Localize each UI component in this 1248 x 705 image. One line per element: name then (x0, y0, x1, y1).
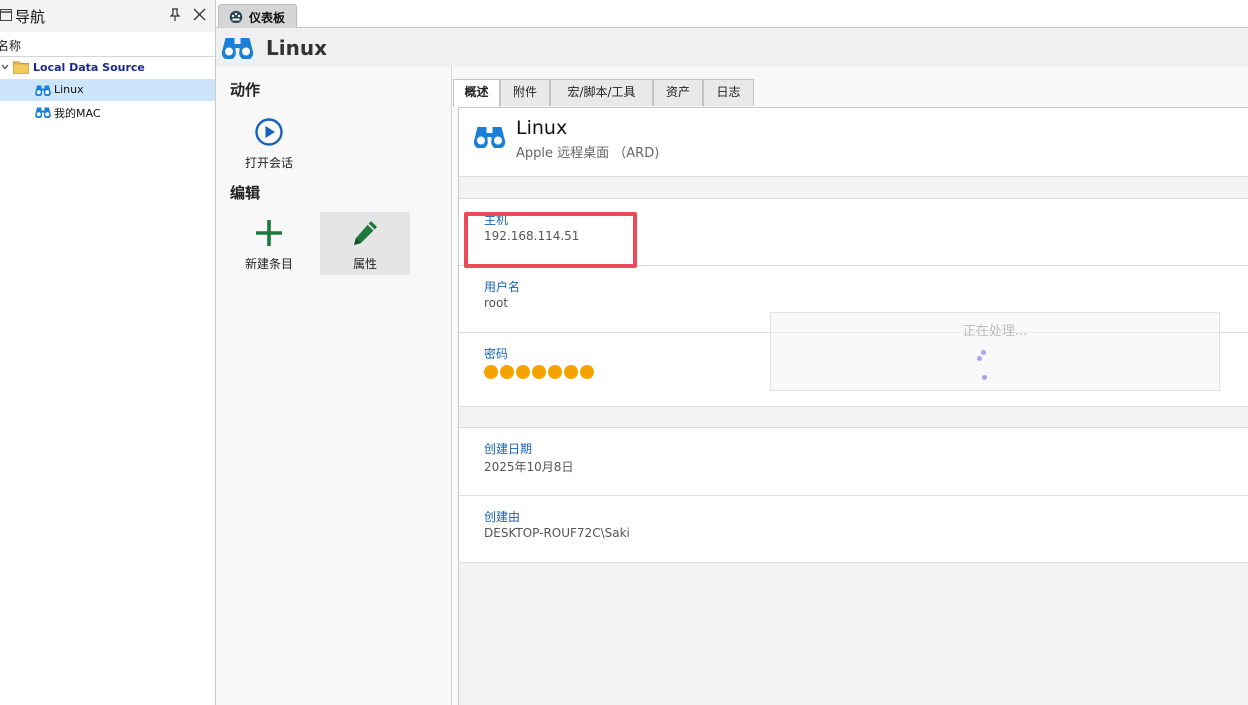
tree-item-label: 我的MAC (54, 107, 101, 120)
password-dot (500, 365, 514, 379)
tab-assets[interactable]: 资产 (653, 79, 703, 106)
tree-item-linux[interactable]: Linux (0, 79, 215, 101)
tab-label: 仪表板 (249, 11, 286, 25)
actions-panel: 动作 打开会话 编辑 新建条目 属性 (216, 67, 452, 705)
tree-root-label: Local Data Source (33, 61, 145, 74)
field-created-by: 创建由 DESKTOP-ROUF72C\Saki (459, 496, 1248, 563)
password-dot (484, 365, 498, 379)
tab-overview[interactable]: 概述 (453, 79, 500, 107)
field-label: 创建由 (484, 510, 521, 524)
navigation-title: 导航 (15, 8, 46, 26)
document-tab-strip: 仪表板 (216, 0, 1248, 28)
processing-overlay: 正在处理... (770, 312, 1220, 391)
pencil-icon (354, 221, 377, 245)
tab-attachments[interactable]: 附件 (500, 79, 550, 106)
spinner-dot (977, 356, 982, 361)
chevron-down-icon[interactable] (1, 63, 9, 71)
section-edit-heading: 编辑 (230, 184, 261, 202)
page-title: Linux (266, 36, 327, 60)
tree-item-local-data-source[interactable]: Local Data Source (0, 57, 215, 79)
field-label: 用户名 (484, 280, 521, 294)
play-circle-icon (255, 118, 283, 146)
entry-name: Linux (516, 117, 568, 139)
navigation-header: 导航 (0, 0, 215, 32)
binoculars-icon (473, 127, 506, 148)
content-tabs: 概述 附件 宏/脚本/工具 资产 日志 (453, 79, 1248, 107)
password-dot (580, 365, 594, 379)
tree-item-my-mac[interactable]: 我的MAC (0, 101, 215, 123)
open-session-button[interactable]: 打开会话 (224, 111, 314, 174)
navigation-pane: 导航 名称 Local Data Source Linux 我的MAC (0, 0, 216, 705)
created-by-value: DESKTOP-ROUF72C\Saki (484, 526, 630, 540)
tab-logs[interactable]: 日志 (703, 79, 754, 106)
tab-macros-scripts-tools[interactable]: 宏/脚本/工具 (550, 79, 653, 106)
close-icon[interactable] (193, 8, 206, 21)
password-dot (548, 365, 562, 379)
field-label: 密码 (484, 347, 509, 361)
password-masked-value[interactable] (484, 365, 594, 379)
plus-icon (256, 220, 282, 246)
binoculars-icon (221, 38, 254, 59)
folder-icon (13, 61, 29, 74)
column-header-name[interactable]: 名称 (0, 33, 215, 57)
field-label: 创建日期 (484, 442, 533, 456)
entry-type-subtitle: Apple 远程桌面 （ARD) (516, 146, 660, 161)
username-value[interactable]: root (484, 296, 508, 310)
field-created-date: 创建日期 2025年10月8日 (459, 427, 1248, 496)
properties-label: 属性 (352, 257, 377, 271)
binoculars-icon (35, 85, 51, 96)
window-icon (0, 9, 12, 21)
tab-dashboard[interactable]: 仪表板 (218, 4, 297, 28)
tree-item-label: Linux (54, 83, 84, 96)
spinner-dot (982, 375, 987, 380)
open-session-label: 打开会话 (244, 156, 293, 170)
entry-header: Linux Apple 远程桌面 （ARD) (459, 108, 1248, 177)
spinner-dot (981, 350, 986, 355)
processing-text: 正在处理... (962, 324, 1028, 339)
created-date-value: 2025年10月8日 (484, 460, 574, 474)
section-actions-heading: 动作 (230, 81, 261, 99)
password-dot (516, 365, 530, 379)
highlight-annotation (464, 212, 637, 268)
entry-detail-panel: Linux Apple 远程桌面 （ARD) 主机 192.168.114.51… (458, 107, 1248, 705)
pin-icon[interactable] (169, 8, 181, 22)
password-dot (564, 365, 578, 379)
dashboard-icon (229, 10, 243, 23)
new-entry-label: 新建条目 (244, 257, 293, 271)
page-header: Linux (216, 28, 1248, 67)
properties-button[interactable]: 属性 (320, 212, 410, 275)
password-dot (532, 365, 546, 379)
new-entry-button[interactable]: 新建条目 (224, 212, 314, 275)
binoculars-icon (35, 107, 51, 118)
